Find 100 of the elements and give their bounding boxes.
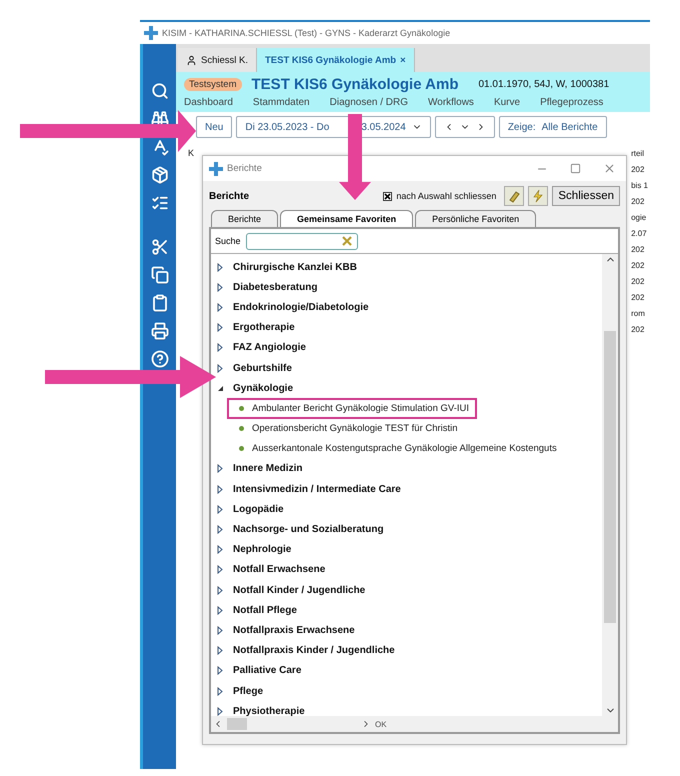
table-cell-text: 202: [631, 196, 646, 207]
clipboard-icon[interactable]: [150, 294, 168, 312]
expand-icon[interactable]: [217, 686, 223, 696]
tree-group[interactable]: Pflege: [233, 686, 264, 697]
lightning-icon: [531, 189, 546, 203]
person-icon: [186, 54, 197, 66]
patient-tab[interactable]: TEST KIS6 Gynäkologie Amb ×: [257, 48, 415, 72]
expand-icon[interactable]: [217, 302, 223, 312]
expand-icon[interactable]: [217, 364, 223, 373]
tree-item[interactable]: Operationsbericht Gynäkologie TEST für Christin: [227, 418, 466, 439]
lightning-button[interactable]: [528, 186, 548, 206]
table-cell-text: 202: [631, 244, 646, 255]
expand-icon[interactable]: [217, 323, 223, 332]
tree-group[interactable]: Ergotherapie: [233, 322, 295, 334]
scissors-icon[interactable]: [150, 238, 168, 256]
tree-group[interactable]: Notfall Pflege: [233, 604, 297, 616]
table-cell-text: ogie: [631, 212, 648, 223]
filter-dropdown[interactable]: Zeige: Alle Berichte: [498, 116, 607, 138]
tree-group[interactable]: Chirurgische Kanzlei KBB: [233, 262, 357, 273]
tree-group[interactable]: Notfallpraxis Erwachsene: [233, 624, 355, 636]
bullet-icon: [239, 426, 244, 432]
tree-group[interactable]: Physiotherapie: [233, 706, 305, 716]
printer-icon[interactable]: [150, 322, 168, 340]
clear-icon[interactable]: [340, 235, 353, 247]
table-cell-text: rteil: [631, 148, 645, 159]
bullet-icon: [239, 406, 244, 411]
scrollbar-thumb[interactable]: [227, 718, 247, 730]
bullet-icon: [239, 446, 244, 452]
tree-group[interactable]: Diabetesberatung: [233, 282, 318, 293]
close-icon[interactable]: [603, 162, 616, 175]
tree-group[interactable]: Intensivmedizin / Intermediate Care: [233, 484, 401, 495]
expand-icon[interactable]: [217, 282, 223, 292]
brush-button[interactable]: [504, 186, 524, 206]
expand-icon[interactable]: [217, 504, 223, 514]
table-cell-text: 202: [631, 276, 646, 287]
expand-icon[interactable]: [217, 626, 223, 635]
table-cell-text: rom: [631, 308, 646, 319]
tree-item[interactable]: Ausserkantonale Kostengutsprache Gynäkologie Allgemeine Kostenguts: [227, 438, 565, 459]
expand-icon[interactable]: [217, 666, 223, 676]
dialog-tab[interactable]: Gemeinsame Favoriten: [280, 210, 414, 227]
tree-item[interactable]: Ambulanter Bericht Gynäkologie Stimulation GV-IUI: [227, 398, 478, 418]
nav-link[interactable]: Diagnosen / DRG: [330, 97, 408, 108]
patient-name: TEST KIS6 Gynäkologie Amb: [252, 76, 458, 93]
system-badge: Testsystem: [184, 78, 242, 91]
copy-icon[interactable]: [150, 266, 168, 284]
expand-icon[interactable]: [217, 262, 223, 272]
search-icon[interactable]: [150, 82, 168, 100]
expand-icon[interactable]: [217, 606, 223, 615]
tree-group[interactable]: Notfall Kinder / Jugendliche: [233, 584, 366, 596]
tree-group[interactable]: Nephrologie: [233, 544, 292, 556]
tree-group[interactable]: Notfall Erwachsene: [233, 564, 326, 576]
expand-icon[interactable]: [217, 545, 223, 554]
nav-link[interactable]: Dashboard: [184, 97, 233, 108]
table-cell: 2.07: [631, 228, 648, 239]
new-button[interactable]: Neu: [196, 116, 232, 138]
tree-group[interactable]: Nachsorge- und Sozialberatung: [233, 524, 384, 536]
tree-group[interactable]: Palliative Care: [233, 665, 302, 676]
close-tab-button[interactable]: ×: [400, 54, 406, 66]
close-button[interactable]: Schliessen: [552, 186, 620, 206]
table-cell-text: 202: [631, 292, 646, 303]
help-icon[interactable]: [150, 350, 168, 368]
expand-icon[interactable]: [217, 464, 223, 474]
tree-group[interactable]: Innere Medizin: [233, 463, 302, 474]
nav-link[interactable]: Kurve: [494, 97, 520, 108]
tree-group[interactable]: Endokrinologie/Diabetologie: [233, 302, 369, 313]
status-text: OK: [375, 720, 387, 728]
checklist-icon[interactable]: [150, 194, 168, 212]
expand-icon[interactable]: [217, 706, 223, 716]
dialog-title: Berichte: [227, 163, 263, 174]
window-title: KISIM - KATHARINA.SCHIESSL (Test) - GYNS - Kaderarzt Gynäkologie: [162, 28, 450, 38]
checkbox-label: nach Auswahl schliessen: [396, 191, 496, 201]
search-field[interactable]: [246, 232, 358, 250]
expand-icon[interactable]: [217, 343, 223, 352]
brick-icon[interactable]: [150, 166, 168, 184]
dialog-tab[interactable]: Berichte: [211, 210, 278, 227]
cross-logo-icon: [209, 162, 223, 176]
tree-group[interactable]: Logopädie: [233, 504, 284, 515]
date-range-dropdown[interactable]: Di 23.05.2023 - Do 3.05.2024: [236, 116, 431, 138]
tree-group[interactable]: Notfallpraxis Kinder / Jugendliche: [233, 645, 395, 656]
expand-icon[interactable]: [217, 484, 223, 494]
tree-group[interactable]: Geburtshilfe: [233, 362, 292, 374]
table-cell-text: 202: [631, 260, 646, 271]
nav-link[interactable]: Pflegeprozess: [540, 97, 604, 108]
expand-icon[interactable]: [217, 646, 223, 656]
expand-icon[interactable]: [217, 565, 223, 574]
vertical-scrollbar[interactable]: [602, 254, 618, 716]
expand-icon[interactable]: [217, 525, 223, 534]
brush-icon: [507, 189, 522, 203]
dialog-tab[interactable]: Persönliche Favoriten: [415, 210, 536, 227]
expand-icon[interactable]: [217, 586, 223, 595]
search-label: Suche: [215, 236, 241, 246]
checkbox[interactable]: [383, 192, 392, 200]
tree-group[interactable]: Gynäkologie: [233, 382, 294, 394]
nav-link[interactable]: Workflows: [428, 97, 474, 108]
tree-group[interactable]: FAZ Angiologie: [233, 342, 306, 354]
patient-details: 01.01.1970, 54J, W, 1000381: [478, 79, 610, 90]
maximize-icon[interactable]: [570, 163, 581, 174]
patient-tab[interactable]: Schiessl K.: [178, 48, 257, 72]
nav-link[interactable]: Stammdaten: [252, 97, 310, 108]
table-cell-text: 202: [631, 164, 646, 175]
